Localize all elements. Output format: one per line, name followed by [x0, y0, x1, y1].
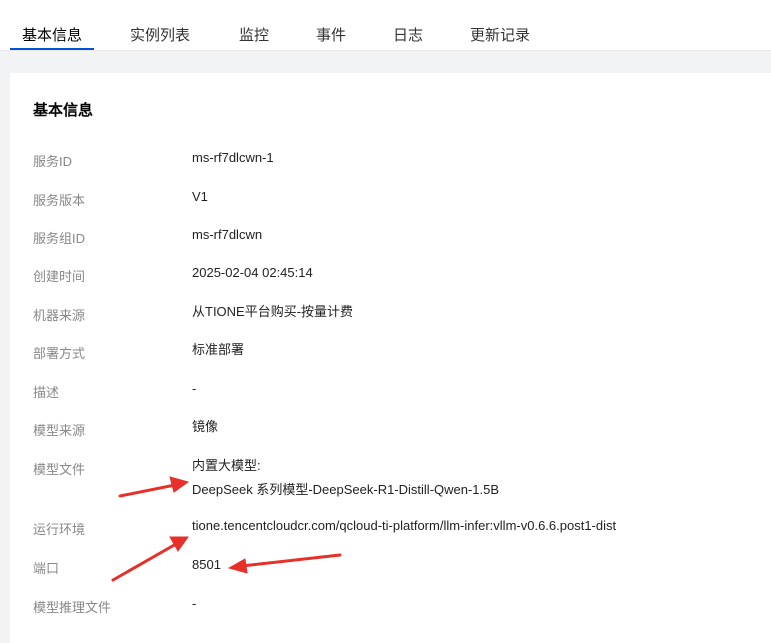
tab-instances[interactable]: 实例列表: [130, 24, 190, 45]
tab-basic-info[interactable]: 基本信息: [9, 24, 95, 50]
tab-monitoring[interactable]: 监控: [239, 24, 269, 45]
row-value: 镜像: [192, 419, 219, 434]
row-value: ms-rf7dlcwn-1: [192, 150, 274, 165]
tab-events[interactable]: 事件: [316, 24, 346, 45]
row-label: 部署方式: [33, 346, 86, 361]
row-value: 标准部署: [192, 342, 245, 357]
row-value: 从TIONE平台购买-按量计费: [192, 304, 354, 319]
row-label: 运行环境: [33, 522, 86, 537]
tab-changelog[interactable]: 更新记录: [470, 24, 530, 45]
row-value: ms-rf7dlcwn: [192, 227, 263, 242]
row-value: -: [192, 596, 197, 611]
row-label: 模型文件: [33, 462, 86, 477]
row-label: 机器来源: [33, 308, 86, 323]
row-label: 端口: [33, 561, 60, 576]
card-title: 基本信息: [33, 102, 94, 119]
basic-info-card: 基本信息 服务ID ms-rf7dlcwn-1 服务版本 V1 服务组ID ms-rf…: [10, 73, 771, 643]
row-label: 创建时间: [33, 269, 86, 284]
row-value: 8501: [192, 557, 221, 572]
tab-bar: 基本信息 实例列表 监控 事件 日志 更新记录: [0, 0, 771, 51]
row-value: 内置大模型:: [192, 458, 261, 473]
row-label: 服务组ID: [33, 231, 86, 246]
row-value: V1: [192, 189, 208, 204]
row-value-line2: DeepSeek 系列模型-DeepSeek-R1-Distill-Qwen-1…: [192, 482, 500, 497]
row-label: 描述: [33, 385, 60, 400]
row-value: tione.tencentcloudcr.com/qcloud-ti-platf…: [192, 518, 617, 533]
row-value: 2025-02-04 02:45:14: [192, 265, 313, 280]
row-label: 模型来源: [33, 423, 86, 438]
tab-logs[interactable]: 日志: [393, 24, 423, 45]
row-label: 服务版本: [33, 193, 86, 208]
row-label: 服务ID: [33, 154, 73, 169]
row-label: 模型推理文件: [33, 600, 112, 615]
row-value: -: [192, 381, 197, 396]
